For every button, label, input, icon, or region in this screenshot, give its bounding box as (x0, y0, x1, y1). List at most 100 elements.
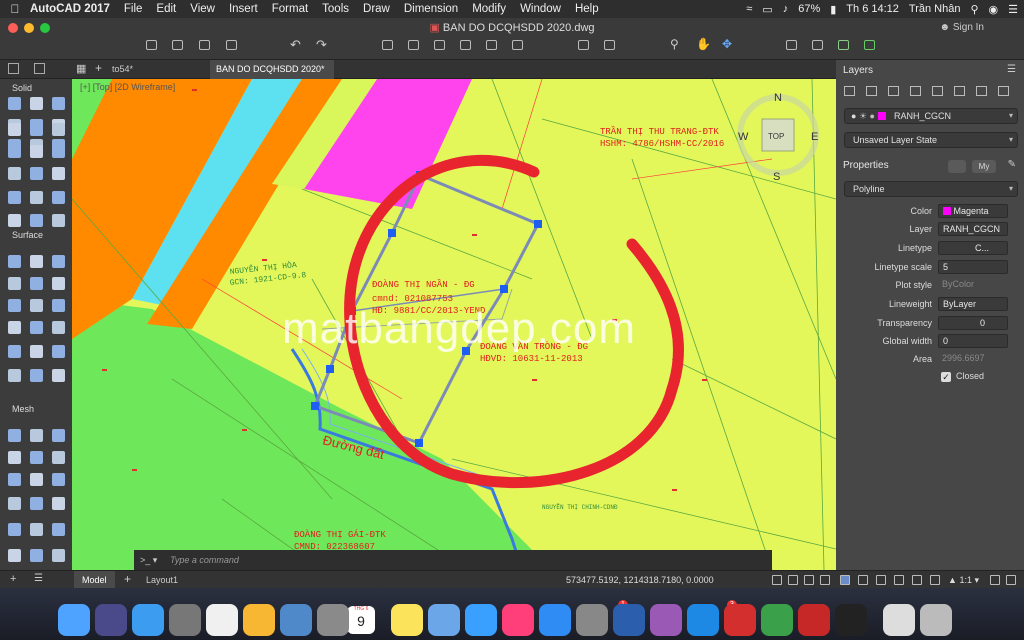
mesh-tool-icon[interactable] (52, 299, 65, 312)
snap-toggle-icon[interactable] (788, 575, 798, 585)
autocad-app-icon[interactable] (724, 604, 756, 636)
compass-west[interactable]: W (738, 131, 749, 143)
activity-monitor-app-icon[interactable] (835, 604, 867, 636)
extra-tool-icon[interactable] (30, 429, 43, 442)
chrome-app-icon[interactable] (206, 604, 238, 636)
acrobat-app-icon[interactable] (798, 604, 830, 636)
surface-tool-icon[interactable] (30, 123, 43, 136)
clock[interactable]: Th 6 14:12 (846, 3, 899, 15)
word-app-icon[interactable] (613, 604, 645, 636)
publish-icon[interactable] (434, 40, 445, 50)
launchpad-app-icon[interactable] (169, 604, 201, 636)
menu-format[interactable]: Format (272, 3, 308, 15)
redo-icon[interactable]: ↷ (316, 37, 327, 53)
menu-insert[interactable]: Insert (229, 3, 258, 15)
messages-app-icon[interactable] (465, 604, 497, 636)
otrack-toggle-icon[interactable] (858, 575, 868, 585)
quick-select-icon[interactable]: ✎ (1008, 159, 1016, 170)
match-layer-icon[interactable] (578, 40, 589, 50)
copy-clip-icon[interactable] (460, 40, 471, 50)
menu-draw[interactable]: Draw (363, 3, 390, 15)
mesh-tool-icon[interactable] (8, 345, 21, 358)
preview-app-icon[interactable] (280, 604, 312, 636)
siri-app-icon[interactable] (95, 604, 127, 636)
surface-tool-icon[interactable] (52, 214, 65, 227)
osnap-toggle-icon[interactable] (840, 575, 850, 585)
menu-file[interactable]: File (124, 3, 143, 15)
prop-value-transparency[interactable]: 0 (938, 316, 1008, 330)
app-store-app-icon[interactable] (539, 604, 571, 636)
workspace-gear-icon[interactable] (990, 575, 1000, 585)
new-tab-icon[interactable]: + (95, 61, 102, 75)
surface-tool-icon[interactable] (30, 191, 43, 204)
mesh-tool-icon[interactable] (30, 369, 43, 382)
surface-tool-icon[interactable] (52, 123, 65, 136)
mesh-tool-icon[interactable] (30, 345, 43, 358)
extra-tool-icon[interactable] (52, 549, 65, 562)
save-as-icon[interactable] (226, 40, 237, 50)
prop-value-color[interactable]: Magenta (938, 204, 1008, 218)
surface-tool-icon[interactable] (30, 214, 43, 227)
extra-tool-icon[interactable] (52, 473, 65, 486)
section-solid[interactable]: Solid (0, 81, 72, 95)
layer-tool-icon[interactable] (604, 40, 615, 50)
surface-tool-icon[interactable] (8, 191, 21, 204)
cube-icon[interactable] (34, 63, 45, 74)
match-properties-icon[interactable] (512, 40, 523, 50)
extra-tool-icon[interactable] (52, 429, 65, 442)
extra-tool-icon[interactable] (8, 473, 21, 486)
menu-help[interactable]: Help (575, 3, 599, 15)
mesh-tool-icon[interactable] (8, 255, 21, 268)
extra-tool-icon[interactable] (8, 523, 21, 536)
select-objects-button[interactable] (948, 160, 966, 173)
open-icon[interactable] (172, 40, 183, 50)
my-button[interactable]: My (972, 160, 996, 173)
extra-tool-icon[interactable] (8, 451, 21, 464)
itunes-app-icon[interactable] (502, 604, 534, 636)
search-icon[interactable]: ⚲ (970, 3, 978, 16)
system-preferences-app-icon[interactable] (576, 604, 608, 636)
extra-tool-icon[interactable] (52, 523, 65, 536)
pan-hand-icon[interactable]: ✋ (696, 37, 711, 51)
extra-tool-icon[interactable] (52, 451, 65, 464)
zalo-app-icon[interactable] (687, 604, 719, 636)
menu-tools[interactable]: Tools (322, 3, 349, 15)
airplay-icon[interactable]: ▭ (762, 3, 772, 16)
tab-layout1[interactable]: Layout1 (138, 571, 186, 589)
prop-value-layer[interactable]: RANH_CGCN (938, 222, 1008, 236)
solid-tool-icon[interactable] (52, 97, 65, 110)
layers-panel-menu-icon[interactable]: ☰ (1007, 64, 1016, 75)
apple-menu-icon[interactable]:  (0, 2, 30, 16)
surface-tool-icon[interactable] (30, 167, 43, 180)
extra-tool-icon[interactable] (30, 523, 43, 536)
viewport-controls[interactable]: [+] [Top] [2D Wireframe] (80, 82, 175, 92)
sign-in-button[interactable]: ☻ Sign In (940, 22, 984, 33)
drawing-canvas[interactable]: TRẦN THỊ THU TRANG-ĐTK HSHM: 4786/HSHM-C… (72, 79, 836, 570)
volume-icon[interactable]: ♪ (783, 3, 789, 15)
menu-edit[interactable]: Edit (156, 3, 176, 15)
compass-north[interactable]: N (774, 92, 782, 104)
photos-app-icon[interactable] (243, 604, 275, 636)
layer-off-icon[interactable] (932, 86, 943, 96)
mesh-tool-icon[interactable] (8, 277, 21, 290)
model-space-icon[interactable] (8, 63, 19, 74)
surface-tool-icon[interactable] (8, 123, 21, 136)
menu-window[interactable]: Window (520, 3, 561, 15)
compass-east[interactable]: E (811, 131, 818, 143)
extra-tool-icon[interactable] (8, 549, 21, 562)
surface-tool-icon[interactable] (52, 167, 65, 180)
app-menu[interactable]: AutoCAD 2017 (30, 3, 110, 15)
extra-tool-icon[interactable] (8, 429, 21, 442)
paste-icon[interactable] (486, 40, 497, 50)
layer-previous-icon[interactable] (866, 86, 877, 96)
tab-model[interactable]: Model (74, 571, 115, 589)
mesh-tool-icon[interactable] (30, 299, 43, 312)
extra-tool-icon[interactable] (30, 473, 43, 486)
battery-percent[interactable]: 67% (798, 3, 820, 15)
xref-icon[interactable] (838, 40, 849, 50)
mesh-tool-icon[interactable] (8, 321, 21, 334)
grid-toggle-icon[interactable] (772, 575, 782, 585)
tab-to54[interactable]: to54* (106, 60, 139, 79)
mail-app-icon[interactable] (428, 604, 460, 636)
prop-value-global-width[interactable]: 0 (938, 334, 1008, 348)
